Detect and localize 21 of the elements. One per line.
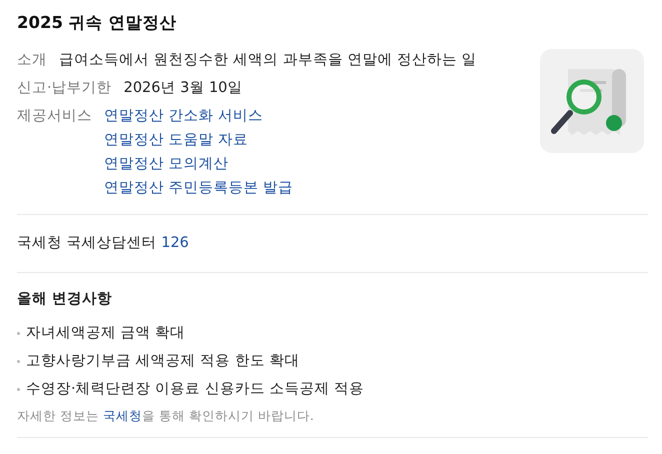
service-link[interactable]: 연말정산 모의계산 [104, 152, 294, 176]
service-link[interactable]: 연말정산 간소화 서비스 [104, 104, 294, 128]
change-item: 자녀세액공제 금액 확대 [26, 324, 186, 343]
info-value: 급여소득에서 원천징수한 세액의 과부족을 연말에 정산하는 일 [59, 51, 477, 70]
nts-link[interactable]: 국세청 [102, 408, 142, 423]
contact-label: 국세청 국세상담센터 [17, 235, 157, 251]
change-item: 수영장·체력단련장 이용료 신용카드 소득공제 적용 [26, 380, 364, 399]
service-link[interactable]: 연말정산 주민등록등본 발급 [104, 176, 294, 200]
service-link[interactable]: 연말정산 도움말 자료 [104, 128, 294, 152]
bullet-icon [17, 388, 20, 390]
change-item: 고향사랑기부금 세액공제 적용 한도 확대 [26, 352, 300, 371]
info-value: 2026년 3월 10일 [124, 79, 242, 98]
bullet-icon [17, 332, 20, 334]
info-label: 신고·납부기한 [17, 79, 112, 98]
page-title: 2025 귀속 연말정산 [17, 12, 178, 34]
phone-link[interactable]: 126 [161, 235, 189, 251]
section-title: 올해 변경사항 [17, 290, 114, 309]
info-label: 소개 [17, 51, 47, 70]
bullet-icon [17, 360, 20, 362]
info-note: 자세한 정보는 국세청 을 통해 확인하시기 바랍니다. [17, 407, 315, 425]
info-label: 제공서비스 [17, 107, 92, 126]
